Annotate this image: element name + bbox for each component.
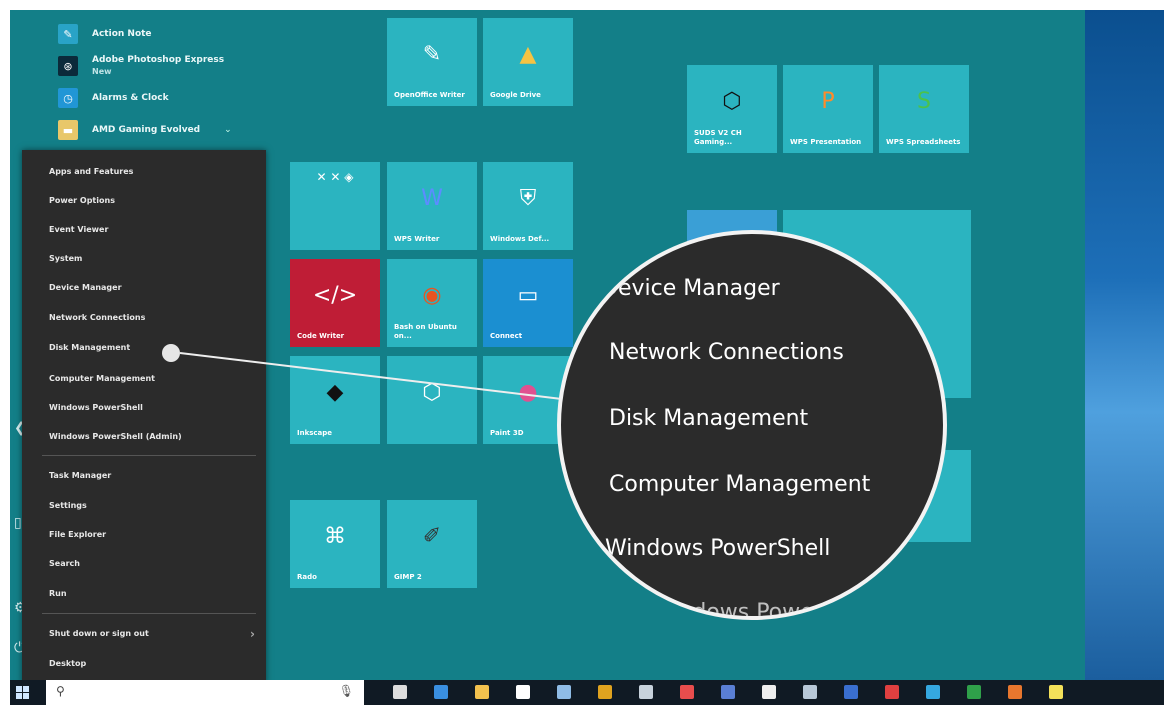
store-icon[interactable] xyxy=(516,685,530,699)
desktop-screen: ❮ ▯ ⚙ ⏻ ✎ Action Note ⊛ Adobe Photoshop … xyxy=(10,10,1164,705)
task-view-icon[interactable] xyxy=(393,685,407,699)
media-icon[interactable] xyxy=(557,685,571,699)
calculator-icon[interactable] xyxy=(721,685,735,699)
taskbar: ⚲ 🎙 xyxy=(10,680,1164,705)
camera-icon[interactable] xyxy=(803,685,817,699)
word-icon[interactable] xyxy=(844,685,858,699)
calendar-icon[interactable] xyxy=(639,685,653,699)
magnifier-callout: Device Manager Network Connections Disk … xyxy=(557,230,947,620)
magnified-device-manager: Device Manager xyxy=(601,276,780,301)
start-button[interactable] xyxy=(16,686,30,699)
excel-icon[interactable] xyxy=(967,685,981,699)
search-icon: ⚲ xyxy=(56,684,65,698)
magnified-network-connections: Network Connections xyxy=(609,340,844,365)
magnified-computer-management: Computer Management xyxy=(609,472,871,497)
edge-icon[interactable] xyxy=(434,685,448,699)
microphone-icon[interactable]: 🎙 xyxy=(339,684,354,698)
envelope-icon[interactable] xyxy=(762,685,776,699)
file-explorer-icon[interactable] xyxy=(475,685,489,699)
magnified-disk-management: Disk Management xyxy=(609,406,809,431)
callout-pin xyxy=(162,344,180,362)
mail-icon[interactable] xyxy=(680,685,694,699)
search-box[interactable]: ⚲ 🎙 xyxy=(46,680,364,705)
magnified-windows-powershell: Windows PowerShell xyxy=(605,536,831,561)
telegram-icon[interactable] xyxy=(926,685,940,699)
chrome-icon[interactable] xyxy=(598,685,612,699)
powerpoint-icon[interactable] xyxy=(1008,685,1022,699)
paint-icon[interactable] xyxy=(885,685,899,699)
sticky-notes-icon[interactable] xyxy=(1049,685,1063,699)
